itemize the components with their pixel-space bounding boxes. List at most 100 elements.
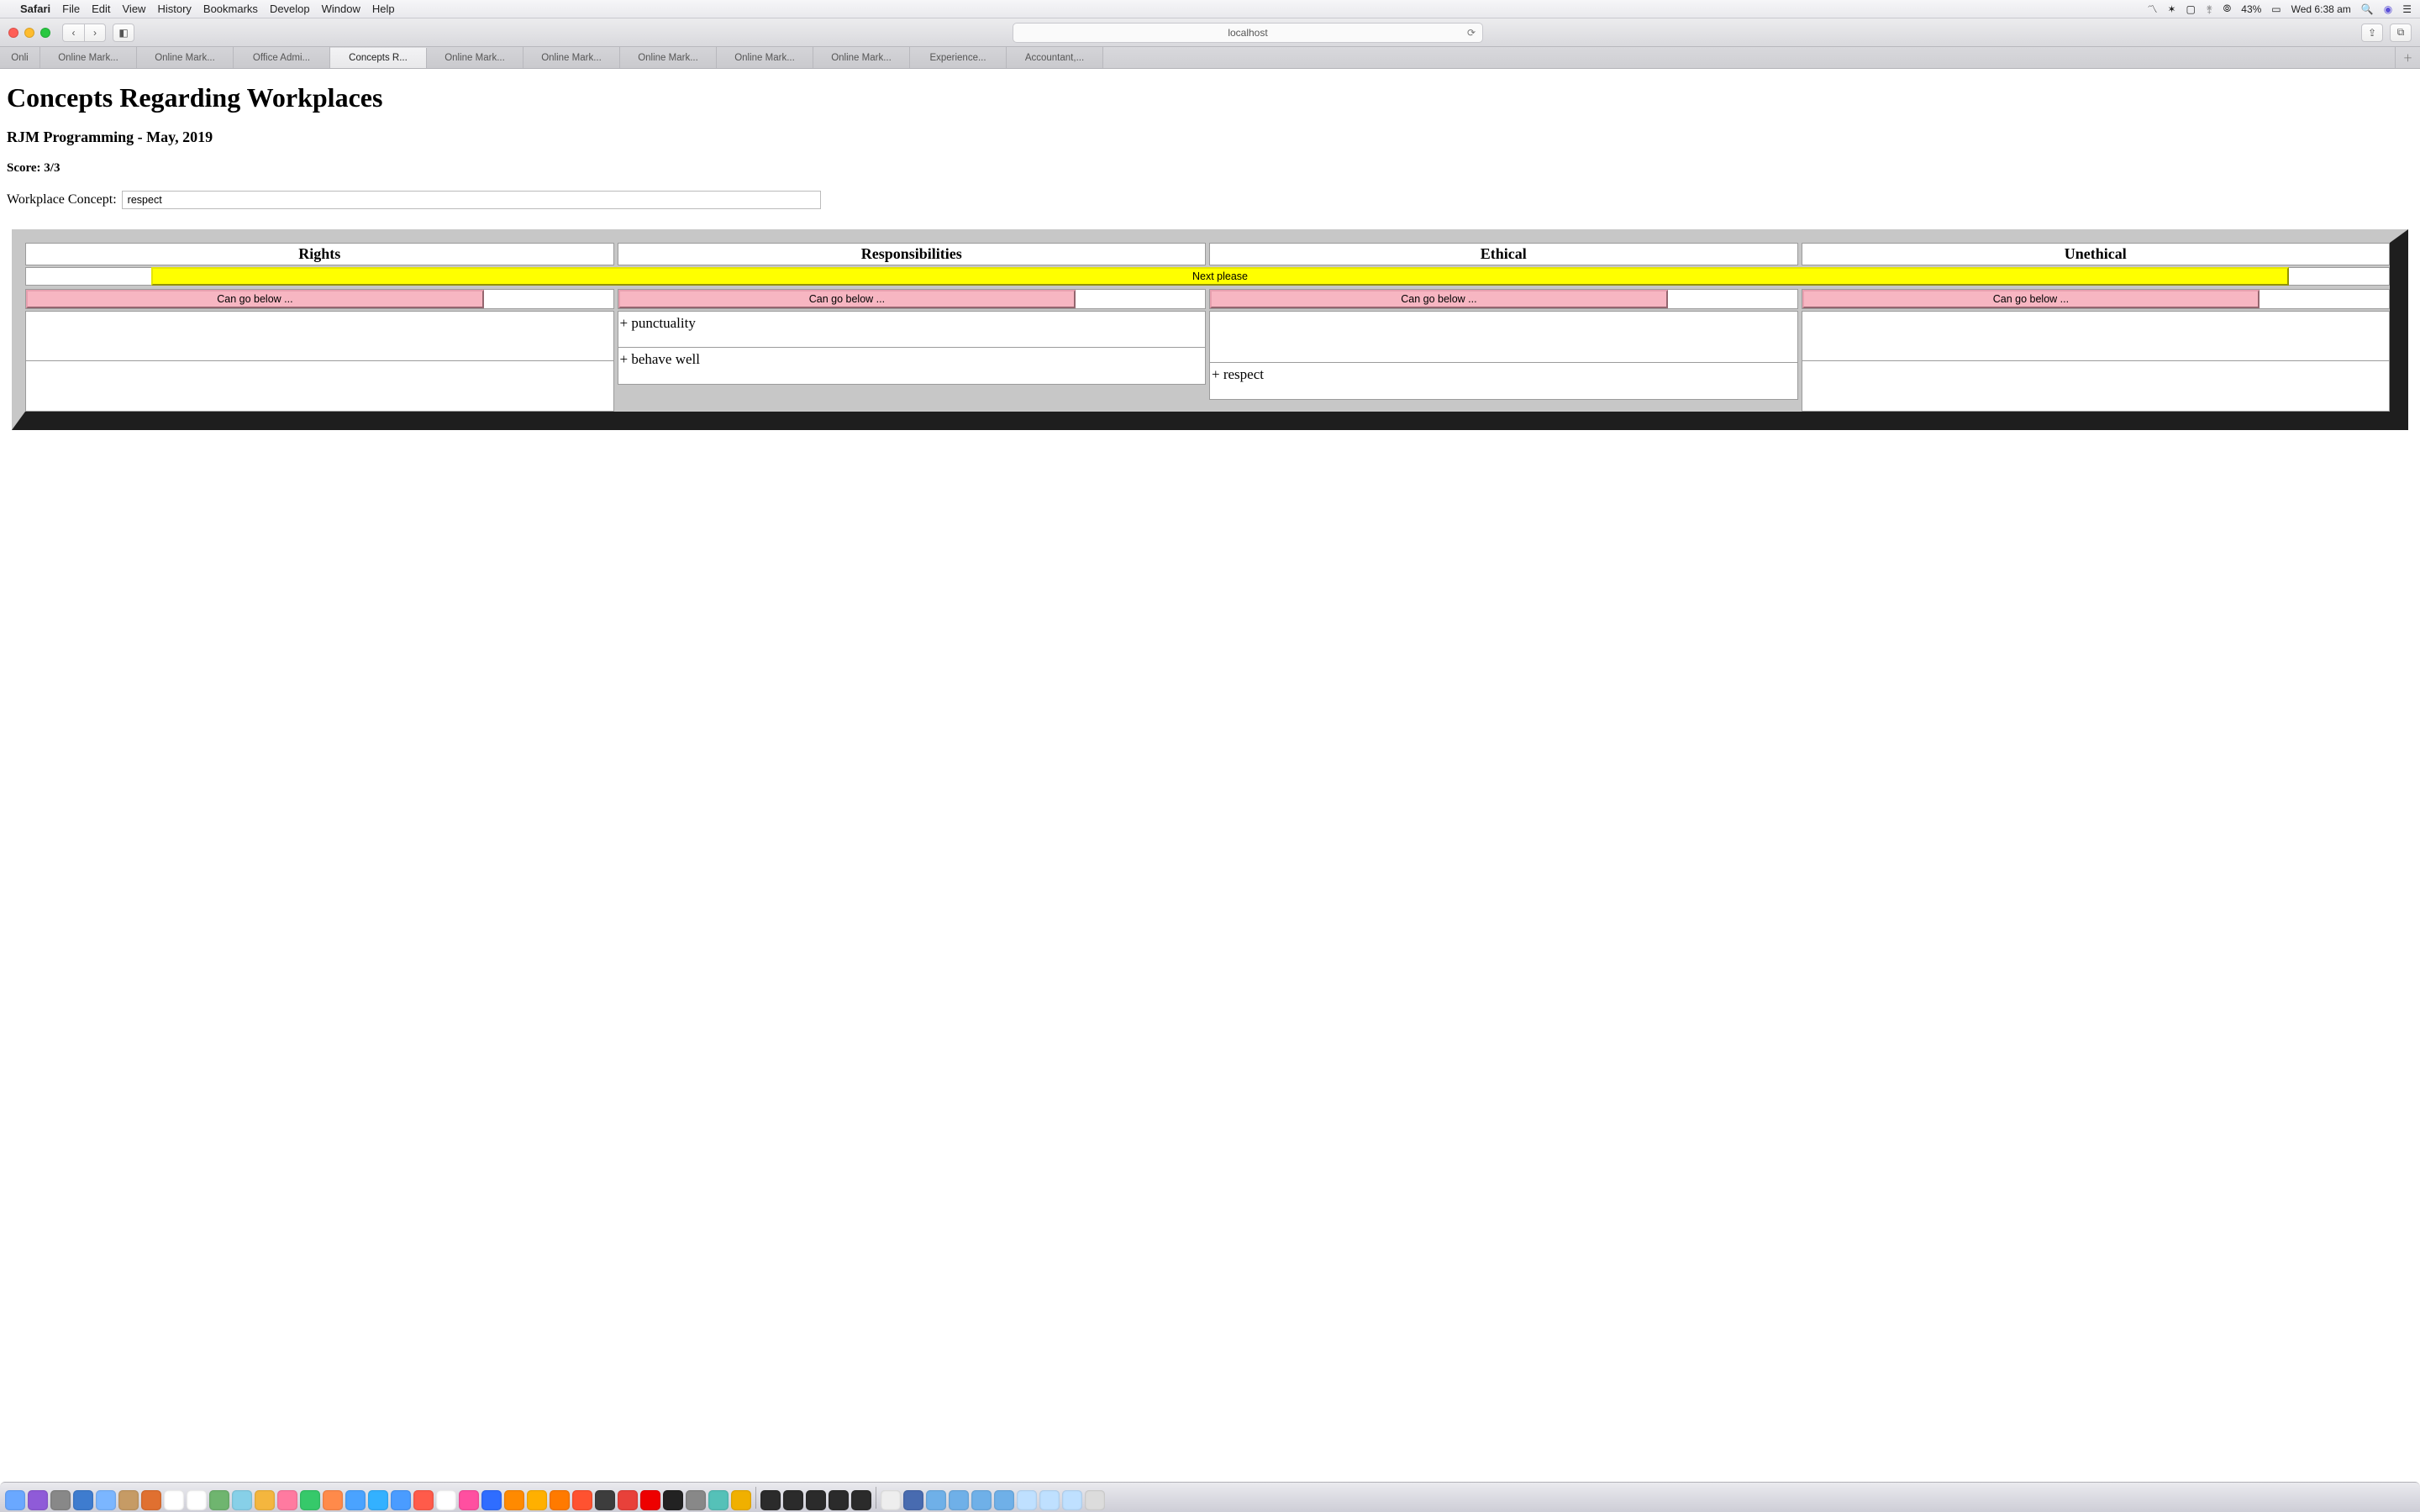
window-minimize-button[interactable] <box>24 28 34 38</box>
dock-app-icon[interactable] <box>618 1490 638 1510</box>
dock-app-icon[interactable] <box>640 1490 660 1510</box>
dock-app-icon[interactable] <box>368 1490 388 1510</box>
dock-app-icon[interactable] <box>994 1490 1014 1510</box>
dock-app-icon[interactable] <box>903 1490 923 1510</box>
browser-tab[interactable]: Online Mark... <box>523 47 620 68</box>
dock-app-icon[interactable] <box>806 1490 826 1510</box>
menubar-status-icon[interactable]: 〽︎ <box>2147 2 2157 16</box>
show-tabs-button[interactable]: ⧉ <box>2390 24 2412 42</box>
dropzone-rights[interactable]: Can go below ... <box>26 290 484 308</box>
siri-icon[interactable]: ◉ <box>2384 3 2392 15</box>
dock-app-icon[interactable] <box>209 1490 229 1510</box>
dock-app-icon[interactable] <box>187 1490 207 1510</box>
concept-input[interactable] <box>122 191 821 209</box>
spotlight-icon[interactable]: 🔍 <box>2361 3 2374 15</box>
browser-tab[interactable]: Concepts R... <box>330 48 427 68</box>
dock-app-icon[interactable] <box>527 1490 547 1510</box>
dock-app-icon[interactable] <box>926 1490 946 1510</box>
dock-app-icon[interactable] <box>28 1490 48 1510</box>
notification-center-icon[interactable]: ☰ <box>2402 3 2412 15</box>
menubar-app[interactable]: Safari <box>20 3 50 15</box>
dock-app-icon[interactable] <box>323 1490 343 1510</box>
dock-app-icon[interactable] <box>255 1490 275 1510</box>
menu-file[interactable]: File <box>62 3 80 15</box>
menubar-status-icon[interactable]: ✶ <box>2167 3 2175 15</box>
dock-app-icon[interactable] <box>1039 1490 1060 1510</box>
dock-app-icon[interactable] <box>504 1490 524 1510</box>
sidebar-toggle-button[interactable]: ◧ <box>113 24 134 42</box>
browser-tab[interactable]: Experience... <box>910 47 1007 68</box>
cell-unethical-1[interactable] <box>1802 361 2391 412</box>
dock-app-icon[interactable] <box>232 1490 252 1510</box>
dock-app-icon[interactable] <box>708 1490 729 1510</box>
back-button[interactable]: ‹ <box>62 24 84 42</box>
browser-tab[interactable]: Online Mark... <box>620 47 717 68</box>
dock-app-icon[interactable] <box>459 1490 479 1510</box>
dock-app-icon[interactable] <box>829 1490 849 1510</box>
dock-app-icon[interactable] <box>572 1490 592 1510</box>
cell-resp-1[interactable]: + behave well <box>618 348 1207 385</box>
dock-app-icon[interactable] <box>851 1490 871 1510</box>
dock-app-icon[interactable] <box>391 1490 411 1510</box>
dock-app-icon[interactable] <box>663 1490 683 1510</box>
menu-help[interactable]: Help <box>372 3 395 15</box>
dock-app-icon[interactable] <box>413 1490 434 1510</box>
dock-app-icon[interactable] <box>277 1490 297 1510</box>
cell-resp-0[interactable]: + punctuality <box>618 311 1207 348</box>
dock-app-icon[interactable] <box>760 1490 781 1510</box>
menu-edit[interactable]: Edit <box>92 3 110 15</box>
dock-app-icon[interactable] <box>118 1490 139 1510</box>
cell-ethical-1[interactable]: + respect <box>1209 363 1798 400</box>
menu-view[interactable]: View <box>123 3 146 15</box>
dock-app-icon[interactable] <box>300 1490 320 1510</box>
bluetooth-icon[interactable]: ⚵ <box>2206 3 2213 15</box>
next-button[interactable]: Next please <box>151 267 2289 286</box>
dock-app-icon[interactable] <box>783 1490 803 1510</box>
battery-icon[interactable]: ▭ <box>2271 3 2281 15</box>
dock-app-icon[interactable] <box>436 1490 456 1510</box>
dock-app-icon[interactable] <box>141 1490 161 1510</box>
cell-unethical-0[interactable] <box>1802 311 2391 361</box>
dock-app-icon[interactable] <box>5 1490 25 1510</box>
menu-bookmarks[interactable]: Bookmarks <box>203 3 258 15</box>
window-close-button[interactable] <box>8 28 18 38</box>
new-tab-button[interactable]: ＋ <box>2395 47 2420 68</box>
menu-history[interactable]: History <box>157 3 191 15</box>
browser-tab[interactable]: Online Mark... <box>717 47 813 68</box>
dock-app-icon[interactable] <box>731 1490 751 1510</box>
dock-app-icon[interactable] <box>881 1490 901 1510</box>
dock-app-icon[interactable] <box>949 1490 969 1510</box>
dock-app-icon[interactable] <box>1085 1490 1105 1510</box>
window-zoom-button[interactable] <box>40 28 50 38</box>
cell-ethical-0[interactable] <box>1209 311 1798 363</box>
dock-app-icon[interactable] <box>345 1490 366 1510</box>
dropzone-responsibilities[interactable]: Can go below ... <box>618 290 1076 308</box>
dock-app-icon[interactable] <box>481 1490 502 1510</box>
browser-tab[interactable]: Online Mark... <box>40 47 137 68</box>
airplay-icon[interactable]: ▢ <box>2186 3 2196 15</box>
dock-app-icon[interactable] <box>595 1490 615 1510</box>
dock-app-icon[interactable] <box>971 1490 992 1510</box>
dock-app-icon[interactable] <box>550 1490 570 1510</box>
browser-tab[interactable]: Onli <box>0 47 40 68</box>
share-button[interactable]: ⇪ <box>2361 24 2383 42</box>
menu-window[interactable]: Window <box>322 3 360 15</box>
reload-icon[interactable]: ⟳ <box>1467 27 1476 39</box>
browser-tab[interactable]: Office Admi... <box>234 47 330 68</box>
dock-app-icon[interactable] <box>96 1490 116 1510</box>
browser-tab[interactable]: Online Mark... <box>813 47 910 68</box>
dock-app-icon[interactable] <box>50 1490 71 1510</box>
dropzone-unethical[interactable]: Can go below ... <box>1802 290 2260 308</box>
wifi-icon[interactable]: ⦾ <box>2223 3 2232 15</box>
cell-rights-1[interactable] <box>25 361 614 412</box>
dock-app-icon[interactable] <box>1062 1490 1082 1510</box>
dropzone-ethical[interactable]: Can go below ... <box>1210 290 1668 308</box>
browser-tab[interactable]: Accountant,... <box>1007 47 1103 68</box>
dock-app-icon[interactable] <box>164 1490 184 1510</box>
menu-develop[interactable]: Develop <box>270 3 310 15</box>
dock-app-icon[interactable] <box>73 1490 93 1510</box>
browser-tab[interactable]: Online Mark... <box>137 47 234 68</box>
browser-tab[interactable]: Online Mark... <box>427 47 523 68</box>
address-bar[interactable]: localhost ⟳ <box>1013 23 1483 43</box>
dock-app-icon[interactable] <box>686 1490 706 1510</box>
